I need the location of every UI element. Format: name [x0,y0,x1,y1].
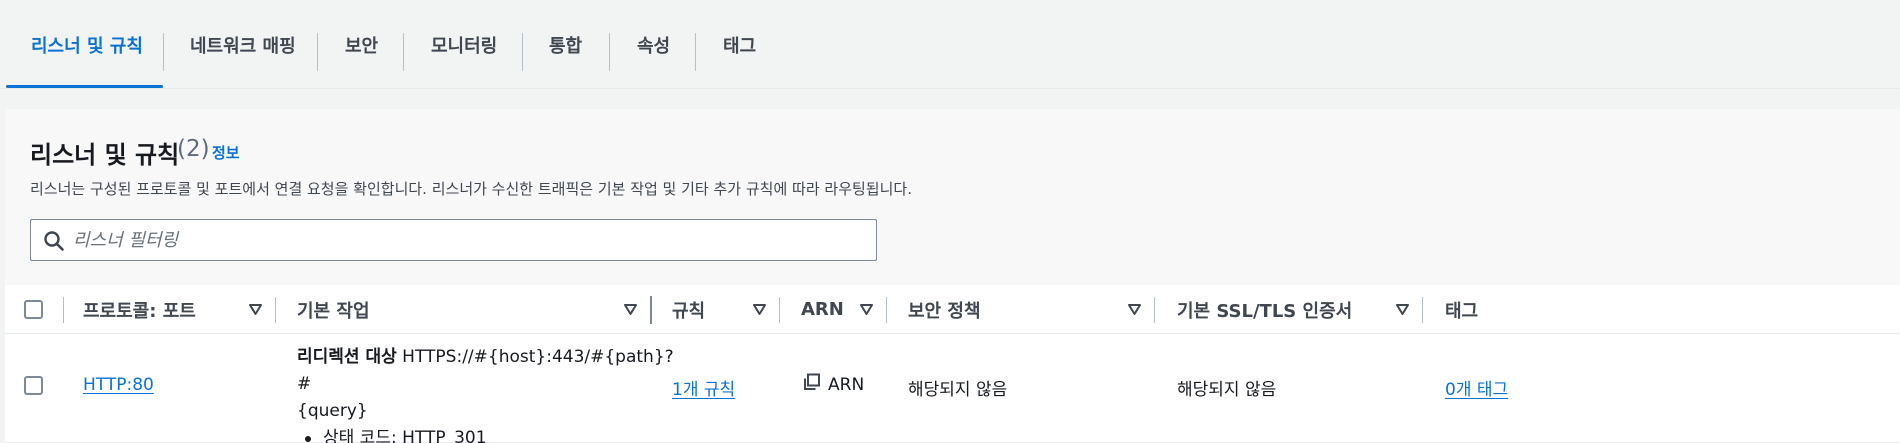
column-header-rules[interactable]: 규칙 [672,285,705,334]
section-description: 리스너는 구성된 프로토콜 및 포트에서 연결 요청을 확인합니다. 리스너가 … [30,180,912,198]
column-label: 기본 작업 [297,300,370,322]
column-label: 기본 SSL/TLS 인증서 [1177,300,1353,322]
row-checkbox[interactable] [24,376,43,395]
rules-link[interactable]: 1개 규칙 [672,375,735,400]
copy-icon[interactable] [802,372,822,392]
tab-listeners-rules[interactable]: 리스너 및 규칙 [5,0,169,89]
sort-caret-icon[interactable] [248,302,263,317]
tags-link[interactable]: 0개 태그 [1445,375,1508,400]
column-label: 프로토콜: 포트 [83,300,196,322]
tab-integrations[interactable]: 통합 [523,0,608,89]
table-header: 프로토콜: 포트 기본 작업 규칙 ARN 보안 정책 기본 SSL/TLS 인… [5,285,1900,334]
column-header-tags[interactable]: 태그 [1445,285,1478,334]
tab-monitoring[interactable]: 모니터링 [405,0,523,89]
column-label: 보안 정책 [908,300,981,322]
action-target-continued: {query} [297,401,368,421]
column-header-ssl-cert[interactable]: 기본 SSL/TLS 인증서 [1177,285,1352,334]
tab-divider [695,33,696,71]
sort-caret-icon[interactable] [1395,302,1410,317]
arn-value: ARN [828,375,865,395]
panel-header: 리스너 및 규칙 (2) 정보 리스너는 구성된 프로토콜 및 포트에서 연결 … [5,109,1900,285]
tab-label: 속성 [637,35,671,57]
ssl-cert-value: 해당되지 않음 [1177,380,1277,400]
column-label: 규칙 [672,300,706,322]
column-header-default-action[interactable]: 기본 작업 [297,285,370,334]
sort-caret-icon[interactable] [752,302,767,317]
sort-caret-icon[interactable] [623,302,638,317]
bullet-icon [305,436,311,442]
column-resize-handle[interactable] [650,296,652,324]
tab-attributes[interactable]: 속성 [611,0,696,89]
listener-count: (2) [177,136,210,162]
listener-protocol-port-link[interactable]: HTTP:80 [83,375,154,395]
column-divider [63,297,64,323]
tab-divider [403,33,404,71]
column-header-protocol-port[interactable]: 프로토콜: 포트 [83,285,196,334]
tab-label: 태그 [723,35,757,57]
sort-caret-icon[interactable] [1127,302,1142,317]
action-type: 리디렉션 대상 [297,347,397,367]
listener-filter-input[interactable] [73,224,863,256]
column-label: 태그 [1445,300,1479,322]
page-title: 리스너 및 규칙 [30,141,180,169]
column-header-arn[interactable]: ARN [801,285,844,334]
active-tab-indicator [6,85,163,88]
column-label: ARN [801,299,844,320]
tab-tags[interactable]: 태그 [697,0,782,89]
tab-network-mapping[interactable]: 네트워크 매핑 [164,0,322,89]
tab-label: 통합 [549,35,583,57]
listeners-panel: 리스너 및 규칙 (2) 정보 리스너는 구성된 프로토콜 및 포트에서 연결 … [5,109,1900,443]
search-icon [44,231,64,251]
listener-filter [30,219,877,261]
action-line: 리디렉션 대상 HTTPS://#{host}:443/#{path}?# [297,344,677,398]
tab-bar: 리스너 및 규칙 네트워크 매핑 보안 모니터링 통합 속성 태그 [0,0,1900,89]
tab-label: 모니터링 [431,35,498,57]
info-link[interactable]: 정보 [212,142,240,163]
tab-divider [317,33,318,71]
tab-label: 보안 [345,35,379,57]
column-divider [1422,297,1423,323]
tab-label: 리스너 및 규칙 [31,35,143,57]
sort-caret-icon[interactable] [859,302,874,317]
column-divider [275,297,276,323]
column-divider [779,297,780,323]
security-policy-value: 해당되지 않음 [908,380,1008,400]
select-all-checkbox[interactable] [24,300,43,319]
action-status: 상태 코드: HTTP_301 [323,428,487,443]
column-divider [1154,297,1155,323]
action-status-item: 상태 코드: HTTP_301 [297,425,677,443]
tab-security[interactable]: 보안 [319,0,404,89]
tab-divider [609,33,610,71]
column-header-security-policy[interactable]: 보안 정책 [908,285,981,334]
table-row: HTTP:80 리디렉션 대상 HTTPS://#{host}:443/#{pa… [5,334,1900,443]
default-action: 리디렉션 대상 HTTPS://#{host}:443/#{path}?# {q… [297,344,677,443]
column-divider [886,297,887,323]
tab-label: 네트워크 매핑 [190,35,296,57]
